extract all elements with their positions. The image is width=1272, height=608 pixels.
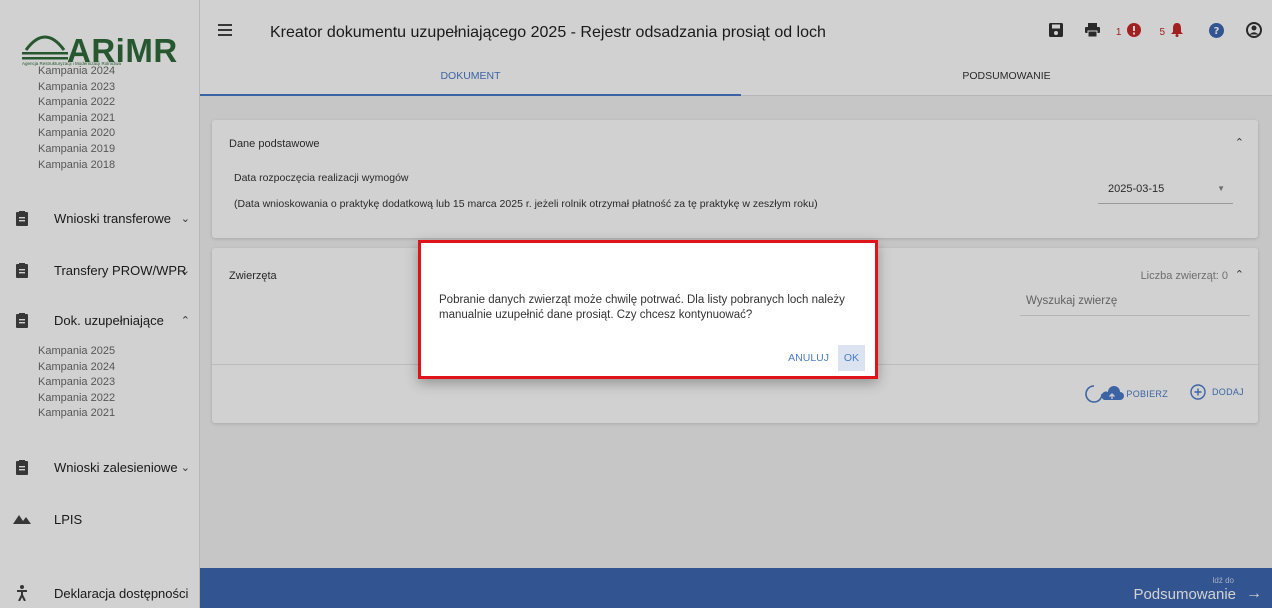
ok-button[interactable]: OK [837,345,865,371]
cancel-button[interactable]: ANULUJ [782,345,835,371]
dialog-message: Pobranie danych zwierząt może chwilę pot… [439,294,845,321]
confirm-dialog: Pobranie danych zwierząt może chwilę pot… [418,240,878,379]
